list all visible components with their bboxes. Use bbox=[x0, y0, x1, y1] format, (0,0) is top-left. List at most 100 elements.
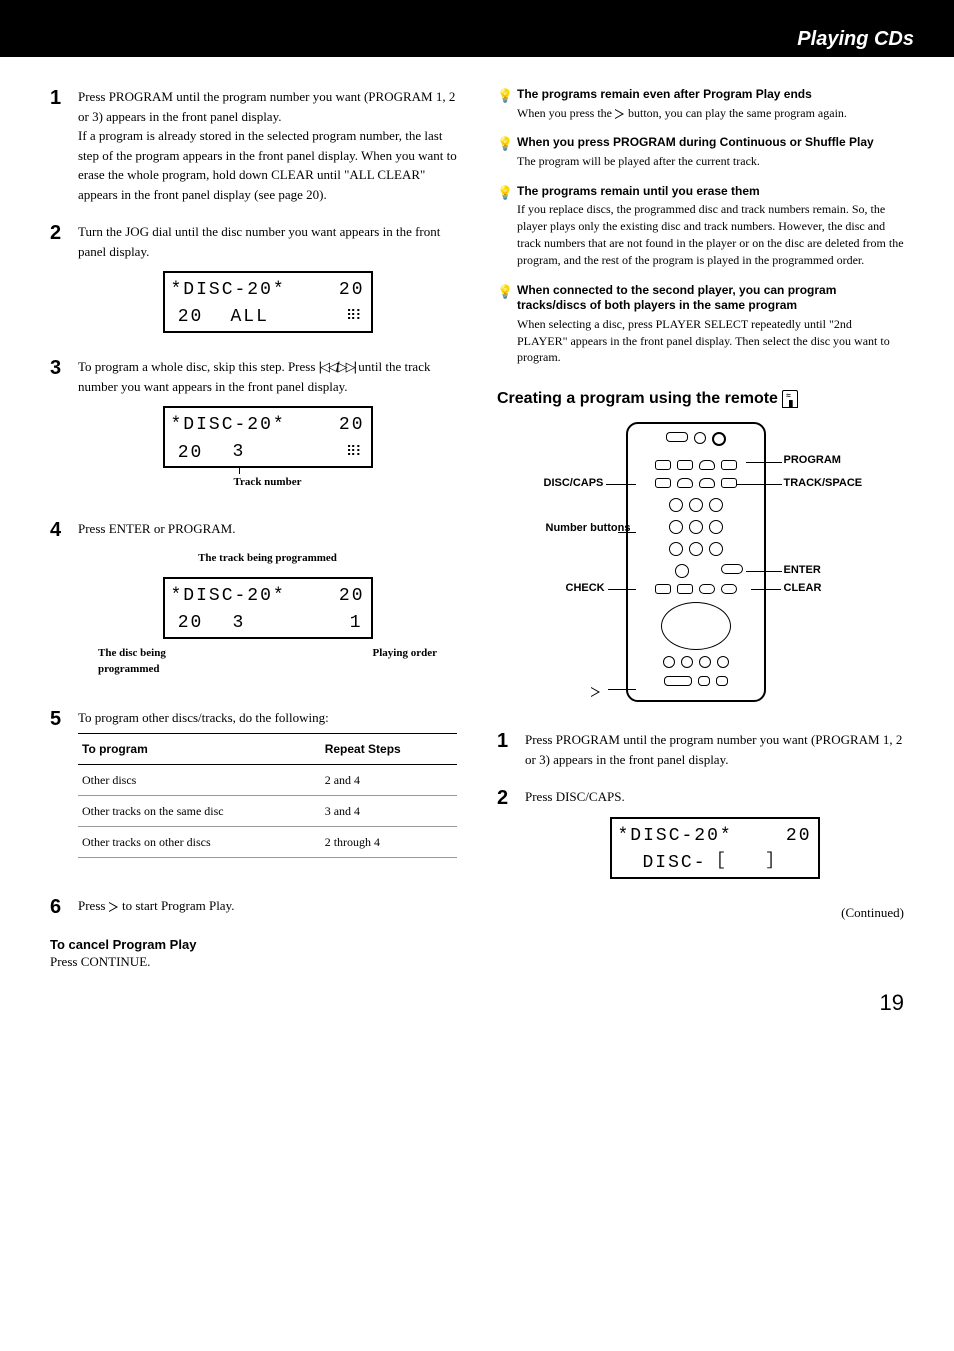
remote-button bbox=[666, 432, 688, 442]
tip-title: When connected to the second player, you… bbox=[517, 283, 904, 314]
program-table: To program Repeat Steps Other discs2 and… bbox=[78, 733, 457, 858]
remote-button bbox=[663, 656, 675, 668]
leader-line bbox=[736, 484, 782, 485]
step-3: 3 To program a whole disc, skip this ste… bbox=[50, 357, 457, 501]
table-row: Other tracks on the same disc3 and 4 bbox=[78, 796, 457, 827]
lcd-line2-right: 1 bbox=[348, 610, 365, 639]
remote-button bbox=[655, 584, 671, 594]
step-text: To program other discs/tracks, do the fo… bbox=[78, 708, 457, 879]
remote-button bbox=[721, 584, 737, 594]
step-number: 1 bbox=[50, 87, 78, 204]
lcd-line2-mid: ALL bbox=[231, 304, 269, 331]
lcd-line1-left: *DISC-20* bbox=[171, 583, 286, 610]
step1-text-b: If a program is already stored in the se… bbox=[78, 128, 457, 202]
tip-text: When you press the button, you can play … bbox=[517, 105, 904, 122]
step6-text-b: to start Program Play. bbox=[119, 898, 235, 913]
remote-button bbox=[721, 478, 737, 488]
section-title-text: Creating a program using the remote bbox=[497, 390, 782, 407]
calendar-icon: ⠿⠇ bbox=[346, 443, 365, 464]
remote-play-button bbox=[664, 676, 692, 686]
step-text: Press ENTER or PROGRAM. The track being … bbox=[78, 519, 457, 690]
step-number: 3 bbox=[50, 357, 78, 501]
remote-button bbox=[694, 432, 706, 444]
tip-3: 💡 The programs remain until you erase th… bbox=[497, 184, 904, 269]
cell: 3 and 4 bbox=[321, 796, 457, 827]
section-title: Creating a program using the remote bbox=[497, 390, 904, 408]
lcd-display-step4: *DISC-20* 20 20 3 1 bbox=[163, 577, 373, 639]
lcd-line2-mid: 3 bbox=[231, 610, 248, 639]
step-number: 2 bbox=[497, 787, 525, 885]
lcd-line2: DISC-［ ］ bbox=[642, 850, 786, 877]
remote-button bbox=[712, 432, 726, 446]
main-content: 1 Press PROGRAM until the program number… bbox=[0, 57, 954, 990]
cell: Other tracks on the same disc bbox=[78, 796, 321, 827]
remote-button bbox=[699, 460, 715, 470]
remote-step-2: 2 Press DISC/CAPS. *DISC-20* 20 DISC-［ ］ bbox=[497, 787, 904, 885]
label-clear: CLEAR bbox=[784, 582, 822, 594]
lcd-line2-left: 20 bbox=[171, 440, 211, 467]
lcd-display-step3: *DISC-20* 20 20 3 ⠿⠇ bbox=[163, 406, 373, 468]
leader-line bbox=[608, 589, 636, 590]
remote-button bbox=[698, 676, 710, 686]
remote-button bbox=[669, 542, 683, 556]
remote-button bbox=[717, 656, 729, 668]
lcd-line1-left: *DISC-20* bbox=[171, 277, 286, 304]
cancel-text: Press CONTINUE. bbox=[50, 954, 457, 970]
remote-body bbox=[626, 422, 766, 702]
leader-line bbox=[746, 571, 782, 572]
remote-button bbox=[677, 478, 693, 488]
step-text: Press PROGRAM until the program number y… bbox=[78, 87, 457, 204]
track-number-caption: Track number bbox=[78, 474, 457, 491]
remote-diagram: PROGRAM DISC/CAPS TRACK/SPACE Number but… bbox=[536, 422, 866, 712]
step-6: 6 Press to start Program Play. bbox=[50, 896, 457, 919]
left-column: 1 Press PROGRAM until the program number… bbox=[50, 87, 457, 970]
table-row: Other discs2 and 4 bbox=[78, 765, 457, 796]
remote-button bbox=[709, 520, 723, 534]
rstep2-text: Press DISC/CAPS. bbox=[525, 789, 625, 804]
tip-title: The programs remain even after Program P… bbox=[517, 87, 904, 103]
step6-text-a: Press bbox=[78, 898, 109, 913]
tip-title: The programs remain until you erase them bbox=[517, 184, 904, 200]
remote-button bbox=[689, 542, 703, 556]
tip-icon: 💡 bbox=[497, 87, 517, 121]
chapter-header: Playing CDs bbox=[0, 22, 954, 57]
page-number: 19 bbox=[0, 990, 954, 1046]
table-header-program: To program bbox=[78, 734, 321, 765]
cancel-heading: To cancel Program Play bbox=[50, 937, 457, 952]
step-1: 1 Press PROGRAM until the program number… bbox=[50, 87, 457, 204]
remote-button bbox=[655, 460, 671, 470]
playing-order-label: Playing order bbox=[373, 645, 437, 678]
step-5: 5 To program other discs/tracks, do the … bbox=[50, 708, 457, 879]
play-icon bbox=[591, 687, 601, 697]
step-4: 4 Press ENTER or PROGRAM. The track bein… bbox=[50, 519, 457, 690]
lcd-line1-right: 20 bbox=[339, 277, 365, 304]
step1-text-a: Press PROGRAM until the program number y… bbox=[78, 89, 455, 124]
label-program: PROGRAM bbox=[784, 454, 841, 466]
step-number: 1 bbox=[497, 730, 525, 769]
lcd-line1-left: *DISC-20* bbox=[171, 412, 286, 439]
tip-1: 💡 The programs remain even after Program… bbox=[497, 87, 904, 121]
disc-programmed-label: The disc being programmed bbox=[98, 645, 208, 678]
leader-line bbox=[608, 689, 636, 690]
remote-tag-icon bbox=[782, 390, 798, 408]
label-track-space: TRACK/SPACE bbox=[784, 477, 863, 489]
leader-line bbox=[746, 462, 782, 463]
lcd-line1-right: 20 bbox=[339, 412, 365, 439]
tip-icon: 💡 bbox=[497, 184, 517, 269]
remote-button bbox=[699, 478, 715, 488]
tip-4: 💡 When connected to the second player, y… bbox=[497, 283, 904, 367]
label-play bbox=[591, 682, 601, 698]
lcd-line2-mid: 3 bbox=[231, 439, 248, 468]
leader-line bbox=[751, 589, 781, 590]
remote-button bbox=[689, 498, 703, 512]
remote-button bbox=[677, 460, 693, 470]
step-text: Press to start Program Play. bbox=[78, 896, 457, 919]
label-check: CHECK bbox=[566, 582, 605, 594]
tip1-text-b: button, you can play the same program ag… bbox=[625, 106, 847, 120]
skip-prev-next-icon: |◁◁/▷▷| bbox=[319, 359, 355, 374]
step-2: 2 Turn the JOG dial until the disc numbe… bbox=[50, 222, 457, 339]
remote-button bbox=[689, 520, 703, 534]
lcd-line1-left: *DISC-20* bbox=[618, 823, 733, 850]
lcd-line2-left: 20 bbox=[171, 610, 211, 639]
label-number-buttons: Number buttons bbox=[546, 522, 616, 534]
